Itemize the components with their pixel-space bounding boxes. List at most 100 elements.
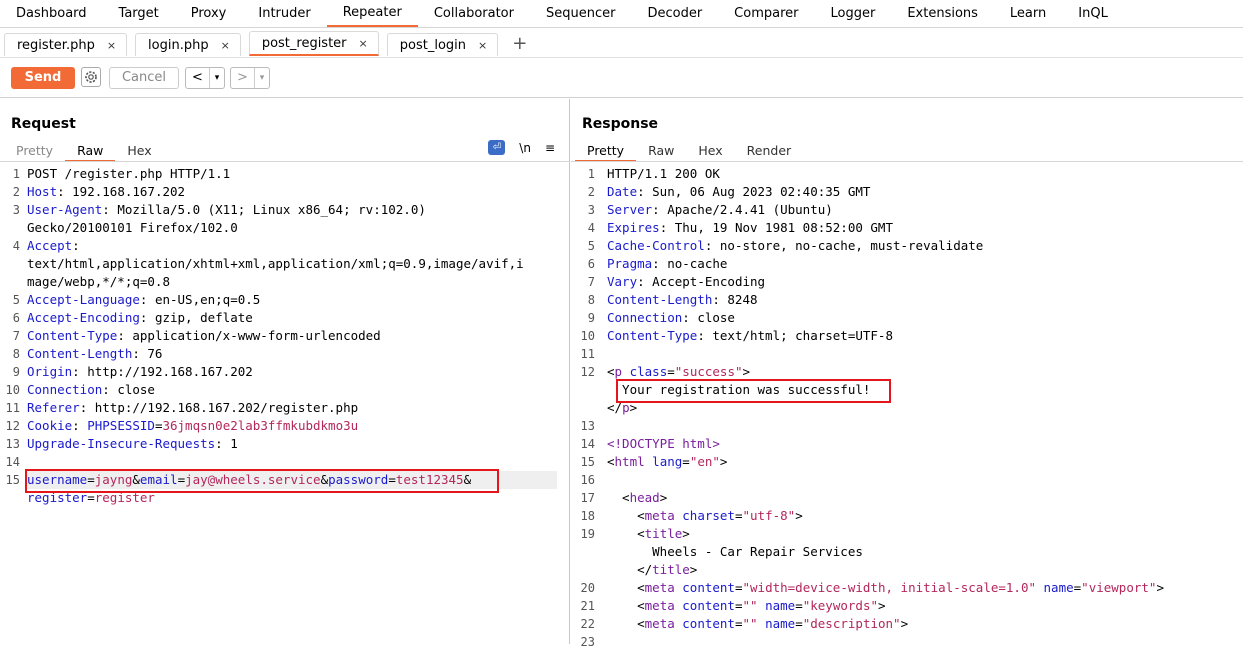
line-text: Upgrade-Insecure-Requests: 1 — [27, 435, 238, 453]
line-text: text/html,application/xhtml+xml,applicat… — [27, 255, 524, 273]
repeater-tab-label[interactable]: post_register — [262, 36, 347, 51]
response-tab-render[interactable]: Render — [735, 140, 804, 160]
code-token: > — [659, 490, 668, 505]
request-tab-hex[interactable]: Hex — [115, 140, 163, 160]
main-tab-collaborator[interactable]: Collaborator — [418, 0, 530, 27]
forward-history-dropdown[interactable]: ▾ — [254, 68, 269, 88]
repeater-tab[interactable]: post_login × — [386, 33, 499, 56]
forward-arrow-icon[interactable]: > — [231, 68, 254, 88]
back-history-dropdown[interactable]: ▾ — [209, 68, 224, 88]
show-newlines-toggle[interactable]: \n — [519, 141, 531, 155]
back-arrow-icon[interactable]: < — [186, 68, 209, 88]
response-line: 22 <meta content="" name="description"> — [571, 615, 1243, 633]
repeater-tab[interactable]: register.php × — [4, 33, 128, 56]
repeater-tab[interactable]: login.php × — [135, 33, 241, 56]
main-tab-proxy[interactable]: Proxy — [175, 0, 243, 27]
code-token: < — [607, 598, 645, 613]
response-view-tabs: Pretty Raw Hex Render — [575, 140, 804, 162]
back-button[interactable]: < ▾ — [185, 67, 225, 89]
request-line: 5 Accept-Language: en-US,en;q=0.5 — [0, 291, 569, 309]
request-line: Gecko/20100101 Firefox/102.0 — [0, 219, 569, 237]
code-token: : 192.168.167.202 — [57, 184, 186, 199]
line-number: 13 — [580, 419, 595, 433]
line-text: Referer: http://192.168.167.202/register… — [27, 399, 358, 417]
code-token: Content-Length — [27, 346, 133, 361]
code-token: 36jmqsn0e2lab3ffmkubdkmo3u — [162, 418, 359, 433]
response-editor[interactable]: 1 HTTP/1.1 200 OK 2 Date: Sun, 06 Aug 2023 … — [571, 165, 1243, 649]
main-tab-inql[interactable]: InQL — [1062, 0, 1124, 27]
response-line: 18 <meta charset="utf-8"> — [571, 507, 1243, 525]
code-token: = — [795, 598, 803, 613]
forward-button[interactable]: > ▾ — [230, 67, 270, 89]
request-tab-pretty[interactable]: Pretty — [4, 140, 65, 160]
request-line: 4 Accept: — [0, 237, 569, 255]
main-tab-dashboard[interactable]: Dashboard — [0, 0, 103, 27]
request-editor-tools: ⏎ \n ≡ — [488, 140, 555, 155]
add-tab-icon[interactable]: + — [512, 34, 527, 56]
main-tab-repeater[interactable]: Repeater — [326, 0, 418, 27]
line-text: <!DOCTYPE html> — [607, 435, 720, 453]
code-token: "description" — [802, 616, 901, 631]
line-number: 3 — [12, 203, 20, 217]
request-editor[interactable]: 1 POST /register.php HTTP/1.1 2 Host: 192.1… — [0, 165, 569, 644]
code-token: meta — [644, 580, 675, 595]
line-number: 5 — [587, 239, 595, 253]
cancel-button[interactable]: Cancel — [109, 67, 179, 89]
repeater-tab[interactable]: post_register × — [248, 31, 379, 56]
main-tab-target[interactable]: Target — [103, 0, 175, 27]
send-button[interactable]: Send — [11, 67, 75, 89]
line-number: 18 — [580, 509, 595, 523]
request-line: 9 Origin: http://192.168.167.202 — [0, 363, 569, 381]
request-tab-raw[interactable]: Raw — [65, 140, 116, 162]
gear-icon[interactable] — [81, 67, 101, 87]
line-text: <head> — [607, 489, 667, 507]
main-tab-extensions[interactable]: Extensions — [891, 0, 994, 27]
close-icon[interactable]: × — [478, 39, 487, 52]
line-text: Gecko/20100101 Firefox/102.0 — [27, 219, 238, 237]
code-token: : Mozilla/5.0 (X11; Linux x86_64; rv:102… — [102, 202, 426, 217]
code-token: : no-cache — [652, 256, 728, 271]
main-tab-intruder[interactable]: Intruder — [242, 0, 326, 27]
line-text: Pragma: no-cache — [607, 255, 727, 273]
main-tab-learn[interactable]: Learn — [994, 0, 1062, 27]
word-wrap-icon[interactable]: ⏎ — [488, 140, 506, 155]
code-token: Cache-Control — [607, 238, 705, 253]
line-number: 21 — [580, 599, 595, 613]
code-token: "width=device-width, initial-scale=1.0" — [742, 580, 1037, 595]
code-token: = — [682, 454, 690, 469]
line-number: 1 — [12, 167, 20, 181]
main-tab-logger[interactable]: Logger — [815, 0, 892, 27]
code-token: meta — [644, 598, 675, 613]
line-number: 2 — [587, 185, 595, 199]
repeater-tab-label[interactable]: register.php — [17, 38, 95, 53]
main-tab-comparer[interactable]: Comparer — [718, 0, 814, 27]
repeater-tab-label[interactable]: login.php — [148, 38, 209, 53]
response-tab-hex[interactable]: Hex — [686, 140, 734, 160]
code-token: name — [765, 598, 796, 613]
line-number: 12 — [580, 365, 595, 379]
response-line: 3 Server: Apache/2.4.41 (Ubuntu) — [571, 201, 1243, 219]
close-icon[interactable]: × — [359, 37, 368, 50]
code-token: Connection — [27, 382, 103, 397]
close-icon[interactable]: × — [221, 39, 230, 52]
code-token: "viewport" — [1081, 580, 1157, 595]
menu-icon[interactable]: ≡ — [545, 141, 555, 155]
code-token: Cookie — [27, 418, 73, 433]
close-icon[interactable]: × — [107, 39, 116, 52]
line-text: Vary: Accept-Encoding — [607, 273, 765, 291]
code-token: > — [689, 562, 698, 577]
line-number: 6 — [587, 257, 595, 271]
code-token: <!DOCTYPE html> — [607, 436, 720, 451]
code-token: > — [878, 598, 886, 613]
line-text: mage/webp,*/*;q=0.8 — [27, 273, 170, 291]
line-number: 10 — [5, 383, 20, 397]
repeater-tab-label[interactable]: post_login — [400, 38, 466, 53]
line-number: 16 — [580, 473, 595, 487]
main-tab-decoder[interactable]: Decoder — [631, 0, 718, 27]
response-tab-pretty[interactable]: Pretty — [575, 140, 637, 162]
main-tab-sequencer[interactable]: Sequencer — [530, 0, 631, 27]
code-token: title — [644, 526, 683, 541]
response-tab-raw[interactable]: Raw — [636, 140, 686, 160]
code-token: HTTP/1.1 200 OK — [607, 166, 720, 181]
response-line: 2 Date: Sun, 06 Aug 2023 02:40:35 GMT — [571, 183, 1243, 201]
